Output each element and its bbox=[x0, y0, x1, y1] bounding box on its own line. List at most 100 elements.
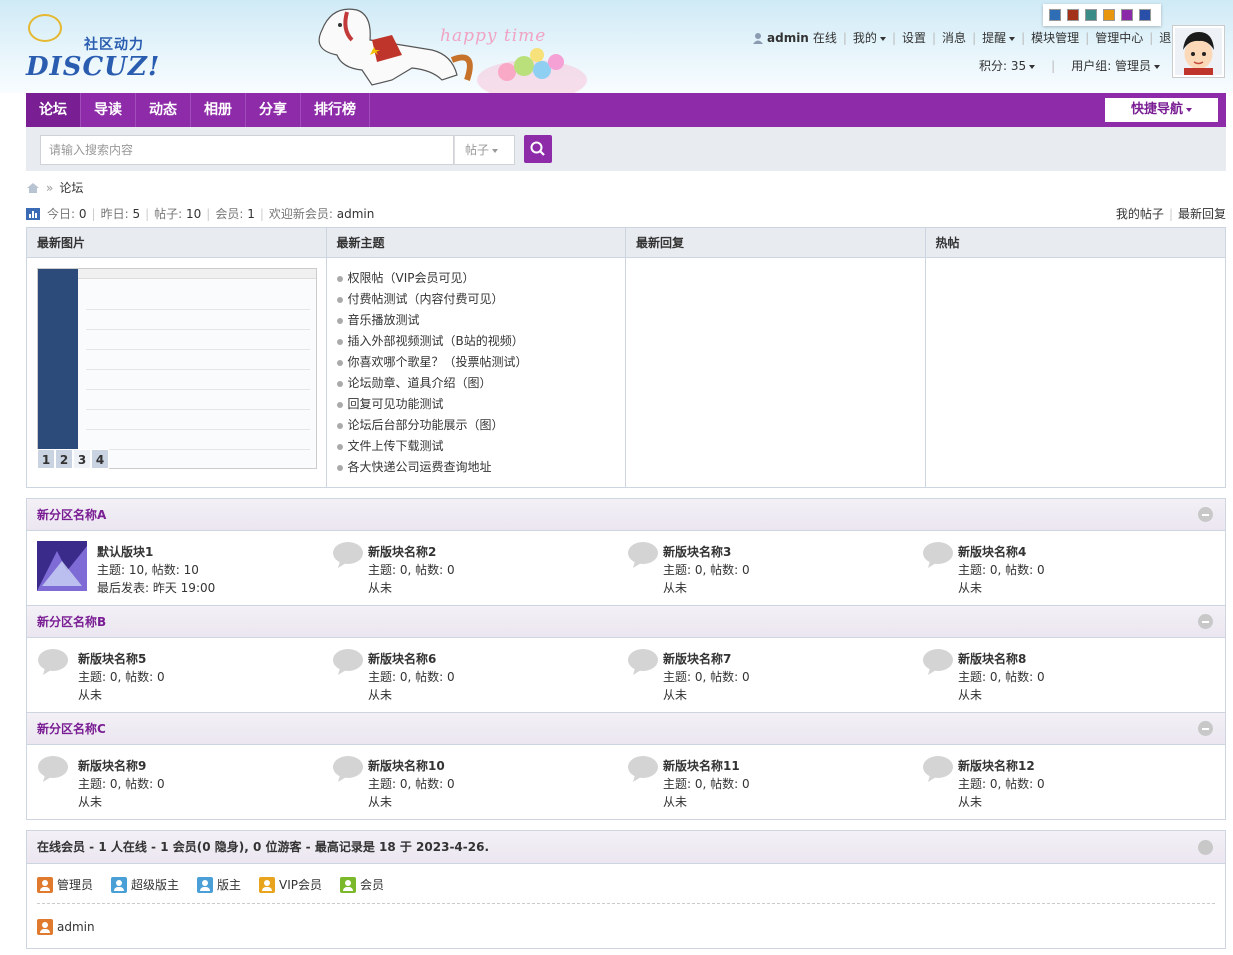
forum-item: 新版块名称10 主题: 0, 帖数: 0 从未 bbox=[322, 745, 617, 819]
slider-page-2[interactable]: 2 bbox=[55, 449, 73, 469]
collapse-icon[interactable] bbox=[1198, 507, 1213, 522]
category-title[interactable]: 新分区名称A bbox=[27, 499, 1225, 531]
search-type-select[interactable]: 帖子 bbox=[454, 135, 515, 165]
avatar[interactable] bbox=[1172, 25, 1225, 78]
forum-bubble-icon[interactable] bbox=[37, 755, 69, 783]
nav-item-album[interactable]: 相册 bbox=[191, 93, 246, 127]
forum-name-link[interactable]: 新版块名称9 bbox=[78, 757, 165, 775]
color-swatch[interactable] bbox=[1085, 9, 1097, 21]
slider-page-4[interactable]: 4 bbox=[91, 449, 109, 469]
forum-item: 新版块名称4 主题: 0, 帖数: 0 从未 bbox=[912, 531, 1207, 605]
list-item[interactable]: 权限帖（VIP会员可见） bbox=[336, 268, 528, 289]
color-swatch[interactable] bbox=[1067, 9, 1079, 21]
forum-name-link[interactable]: 新版块名称8 bbox=[958, 650, 1045, 668]
banner-text: happy time bbox=[440, 26, 547, 46]
forum-bubble-icon[interactable] bbox=[627, 541, 659, 569]
collapse-icon[interactable] bbox=[1198, 840, 1213, 855]
forum-image-icon[interactable] bbox=[37, 541, 87, 591]
messages-link[interactable]: 消息 bbox=[942, 29, 966, 46]
forum-stats: 主题: 0, 帖数: 0 bbox=[958, 777, 1045, 791]
my-menu-link[interactable]: 我的 bbox=[853, 29, 886, 46]
chevron-down-icon bbox=[1154, 64, 1161, 69]
color-swatch[interactable] bbox=[1139, 9, 1151, 21]
chevron-down-icon bbox=[1009, 36, 1016, 41]
admin-center-link[interactable]: 管理中心 bbox=[1095, 29, 1143, 46]
nav-item-share[interactable]: 分享 bbox=[246, 93, 301, 127]
forum-name-link[interactable]: 默认版块1 bbox=[97, 543, 215, 561]
forum-bubble-icon[interactable] bbox=[332, 541, 364, 569]
forum-name-link[interactable]: 新版块名称12 bbox=[958, 757, 1045, 775]
forum-bubble-icon[interactable] bbox=[332, 648, 364, 676]
latest-replies-link[interactable]: 最新回复 bbox=[1178, 207, 1226, 221]
slider-page-3[interactable]: 3 bbox=[73, 449, 91, 469]
latest-image-thumbnail[interactable] bbox=[37, 268, 317, 469]
search-input[interactable]: 请输入搜索内容 bbox=[40, 135, 454, 165]
forum-bubble-icon[interactable] bbox=[922, 541, 954, 569]
category-title[interactable]: 新分区名称B bbox=[27, 606, 1225, 638]
nav-item-ranking[interactable]: 排行榜 bbox=[301, 93, 370, 127]
module-admin-link[interactable]: 模块管理 bbox=[1031, 29, 1079, 46]
username-link[interactable]: admin bbox=[767, 31, 809, 45]
legend-item: 会员 bbox=[340, 876, 384, 893]
online-user[interactable]: admin bbox=[37, 919, 95, 935]
latest-images-panel: 最新图片 1 2 3 4 bbox=[27, 228, 327, 487]
forum-name-link[interactable]: 新版块名称5 bbox=[78, 650, 165, 668]
forum-stats: 主题: 0, 帖数: 0 bbox=[663, 563, 750, 577]
nav-item-guide[interactable]: 导读 bbox=[81, 93, 136, 127]
forum-name-link[interactable]: 新版块名称4 bbox=[958, 543, 1045, 561]
panel-title: 最新回复 bbox=[626, 228, 925, 258]
category-title[interactable]: 新分区名称C bbox=[27, 713, 1225, 745]
forum-item: 新版块名称3 主题: 0, 帖数: 0 从未 bbox=[617, 531, 912, 605]
home-icon[interactable] bbox=[26, 182, 40, 194]
topic-list: 权限帖（VIP会员可见） 付费帖测试（内容付费可见） 音乐播放测试 插入外部视频… bbox=[336, 268, 528, 478]
slider-page-1[interactable]: 1 bbox=[37, 449, 55, 469]
forum-item: 新版块名称5 主题: 0, 帖数: 0 从未 bbox=[27, 638, 322, 712]
breadcrumb-current[interactable]: 论坛 bbox=[59, 179, 83, 196]
collapse-icon[interactable] bbox=[1198, 721, 1213, 736]
list-item[interactable]: 音乐播放测试 bbox=[336, 310, 528, 331]
forum-last-post: 最后发表: 昨天 19:00 bbox=[97, 581, 216, 595]
forum-last-post: 从未 bbox=[663, 581, 688, 595]
forum-name-link[interactable]: 新版块名称7 bbox=[663, 650, 750, 668]
notifications-link[interactable]: 提醒 bbox=[982, 29, 1016, 46]
settings-link[interactable]: 设置 bbox=[902, 29, 926, 46]
color-swatch[interactable] bbox=[1103, 9, 1115, 21]
forum-name-link[interactable]: 新版块名称11 bbox=[663, 757, 750, 775]
forum-bubble-icon[interactable] bbox=[627, 648, 659, 676]
forum-bubble-icon[interactable] bbox=[37, 648, 69, 676]
usergroup-link[interactable]: 用户组: 管理员 bbox=[1071, 57, 1161, 74]
forum-name-link[interactable]: 新版块名称3 bbox=[663, 543, 750, 561]
online-members: 在线会员 - 1 人在线 - 1 会员(0 隐身), 0 位游客 - 最高记录是… bbox=[26, 830, 1226, 949]
list-item[interactable]: 论坛后台部分功能展示（图） bbox=[336, 415, 528, 436]
list-item[interactable]: 付费帖测试（内容付费可见） bbox=[336, 289, 528, 310]
welcome-user-link[interactable]: admin bbox=[337, 207, 375, 221]
my-posts-link[interactable]: 我的帖子 bbox=[1116, 207, 1164, 221]
member-legend: 管理员 超级版主 版主 VIP会员 会员 bbox=[37, 876, 402, 893]
site-logo[interactable]: 社区动力 DISCUZ! bbox=[24, 12, 164, 84]
list-item[interactable]: 你喜欢哪个歌星？（投票帖测试） bbox=[336, 352, 528, 373]
credits-link[interactable]: 积分: 35 bbox=[979, 57, 1036, 74]
quick-nav-button[interactable]: 快捷导航 bbox=[1105, 98, 1218, 122]
forum-bubble-icon[interactable] bbox=[922, 648, 954, 676]
forum-last-post: 从未 bbox=[958, 795, 983, 809]
forum-bubble-icon[interactable] bbox=[332, 755, 364, 783]
hot-posts-panel: 热帖 bbox=[925, 228, 1225, 487]
list-item[interactable]: 回复可见功能测试 bbox=[336, 394, 528, 415]
color-swatch[interactable] bbox=[1049, 9, 1061, 21]
forum-bubble-icon[interactable] bbox=[922, 755, 954, 783]
nav-item-activity[interactable]: 动态 bbox=[136, 93, 191, 127]
forum-bubble-icon[interactable] bbox=[627, 755, 659, 783]
list-item[interactable]: 插入外部视频测试（B站的视频） bbox=[336, 331, 528, 352]
nav-item-forum[interactable]: 论坛 bbox=[26, 93, 81, 127]
color-swatch[interactable] bbox=[1121, 9, 1133, 21]
collapse-icon[interactable] bbox=[1198, 614, 1213, 629]
forum-item: 新版块名称6 主题: 0, 帖数: 0 从未 bbox=[322, 638, 617, 712]
list-item[interactable]: 论坛勋章、道具介绍（图） bbox=[336, 373, 528, 394]
forum-name-link[interactable]: 新版块名称10 bbox=[368, 757, 455, 775]
search-button[interactable] bbox=[524, 135, 552, 163]
forum-name-link[interactable]: 新版块名称2 bbox=[368, 543, 455, 561]
forum-item: 默认版块1 主题: 10, 帖数: 10 最后发表: 昨天 19:00 bbox=[27, 531, 322, 605]
list-item[interactable]: 各大快递公司运费查询地址 bbox=[336, 457, 528, 478]
list-item[interactable]: 文件上传下载测试 bbox=[336, 436, 528, 457]
forum-name-link[interactable]: 新版块名称6 bbox=[368, 650, 455, 668]
